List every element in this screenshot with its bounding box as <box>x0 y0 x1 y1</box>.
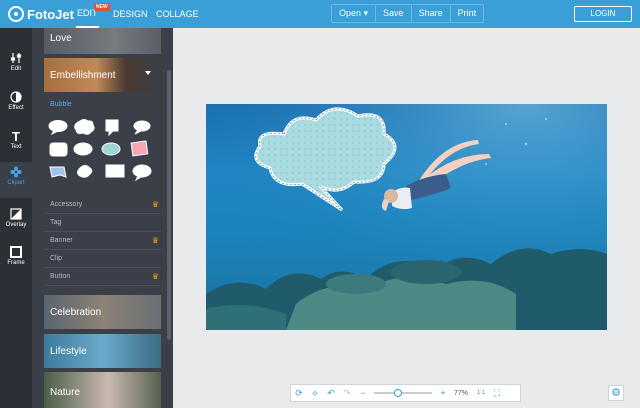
save-button[interactable]: Save <box>376 5 412 22</box>
rail-label: Overlay <box>5 222 27 228</box>
settings-gear-icon[interactable]: ⚙ <box>608 385 624 401</box>
print-button[interactable]: Print <box>451 5 484 22</box>
crown-icon: ♛ <box>151 236 159 245</box>
fit-screen-icon[interactable]: ⛶ <box>489 385 505 401</box>
subcategory-button[interactable]: Button ♛ <box>44 268 161 286</box>
rail-overlay[interactable]: Overlay <box>0 204 32 240</box>
category-label: Nature <box>50 386 81 398</box>
subcategory-label: Banner <box>50 237 73 244</box>
subcategory-tag[interactable]: Tag <box>44 214 161 232</box>
app-logo[interactable]: FotoJet <box>8 5 74 23</box>
rail-label: Frame <box>7 260 25 266</box>
category-label: Lifestyle <box>50 345 87 357</box>
subcategory-label: Button <box>50 273 71 280</box>
zoom-value: 77% <box>454 389 469 397</box>
crown-icon: ♛ <box>151 272 159 281</box>
rail-effect[interactable]: Effect <box>0 87 32 123</box>
bubble-title: Bubble <box>50 101 72 108</box>
subcategory-list: Accessory ♛ Tag Banner ♛ Clip Button ♛ <box>44 196 161 286</box>
bubble-thumbnails[interactable] <box>48 119 160 189</box>
text-t-icon: T <box>12 129 20 144</box>
app-name: FotoJet <box>27 6 74 22</box>
actual-size-icon[interactable]: 1:1 <box>473 385 489 401</box>
subcategory-label: Tag <box>50 219 62 226</box>
rail-text[interactable]: T Text <box>0 126 32 162</box>
panel-scrollbar[interactable] <box>167 70 171 340</box>
photo-canvas[interactable] <box>206 104 607 330</box>
category-label: Celebration <box>50 306 102 318</box>
category-embellishment[interactable]: Embellishment <box>44 58 161 92</box>
subcategory-clip[interactable]: Clip <box>44 250 161 268</box>
nav-collage[interactable]: COLLAGE <box>156 0 199 28</box>
category-label: Embellishment <box>50 69 116 81</box>
rail-label: Clipart <box>7 180 25 186</box>
crop-icon[interactable]: ⟡ <box>307 385 323 401</box>
share-button[interactable]: Share <box>412 5 451 22</box>
new-badge: NEW <box>94 3 110 11</box>
zoom-slider-handle[interactable] <box>394 389 402 397</box>
rail-edit[interactable]: Edit <box>0 48 32 84</box>
category-nature[interactable]: Nature <box>44 372 161 408</box>
fotojet-logo-icon <box>8 6 24 22</box>
subcategory-label: Clip <box>50 255 63 262</box>
subcategory-banner[interactable]: Banner ♛ <box>44 232 161 250</box>
gear-flower-icon <box>0 166 32 180</box>
underwater-photo <box>206 104 607 330</box>
subcategory-accessory[interactable]: Accessory ♛ <box>44 196 161 214</box>
category-celebration[interactable]: Celebration <box>44 295 161 329</box>
zoom-in-icon[interactable]: + <box>435 385 451 401</box>
category-label: Love <box>50 32 72 44</box>
overlay-icon <box>0 208 32 222</box>
open-button[interactable]: Open ▾ <box>332 5 377 22</box>
zoom-out-icon[interactable]: − <box>355 385 371 401</box>
login-button[interactable]: LOGIN <box>574 6 632 22</box>
top-bar: FotoJet EDIT NEW DESIGN COLLAGE Open ▾ S… <box>0 0 640 28</box>
redo-icon[interactable]: ↷ <box>339 385 355 401</box>
bubble-grid <box>48 119 160 194</box>
category-lifestyle[interactable]: Lifestyle <box>44 334 161 368</box>
half-circle-icon <box>0 91 32 105</box>
crown-icon: ♛ <box>151 200 159 209</box>
frame-icon <box>0 246 32 260</box>
undo-icon[interactable]: ↶ <box>323 385 339 401</box>
category-love[interactable]: Love <box>44 28 161 54</box>
subcategory-label: Accessory <box>50 201 83 208</box>
rail-label: Edit <box>10 66 22 72</box>
tool-rail: Edit Effect T Text Clipart Overlay Frame <box>0 28 32 408</box>
refresh-icon[interactable]: ⟳ <box>291 385 307 401</box>
canvas-toolbar: ⟳ ⟡ ↶ ↷ − + 77% 1:1 ⛶ <box>290 384 521 402</box>
rail-clipart[interactable]: Clipart <box>0 162 32 198</box>
sliders-icon <box>0 52 32 66</box>
zoom-slider[interactable] <box>374 389 432 397</box>
rail-label: Effect <box>8 105 24 111</box>
nav-design[interactable]: DESIGN <box>113 0 148 28</box>
rail-frame[interactable]: Frame <box>0 242 32 278</box>
clipart-panel: Love Embellishment Bubble Accessory ♛ Ta… <box>32 28 173 408</box>
chevron-down-icon <box>145 71 151 75</box>
rail-label: Text <box>10 144 22 150</box>
file-menu: Open ▾ Save Share Print <box>331 4 485 23</box>
